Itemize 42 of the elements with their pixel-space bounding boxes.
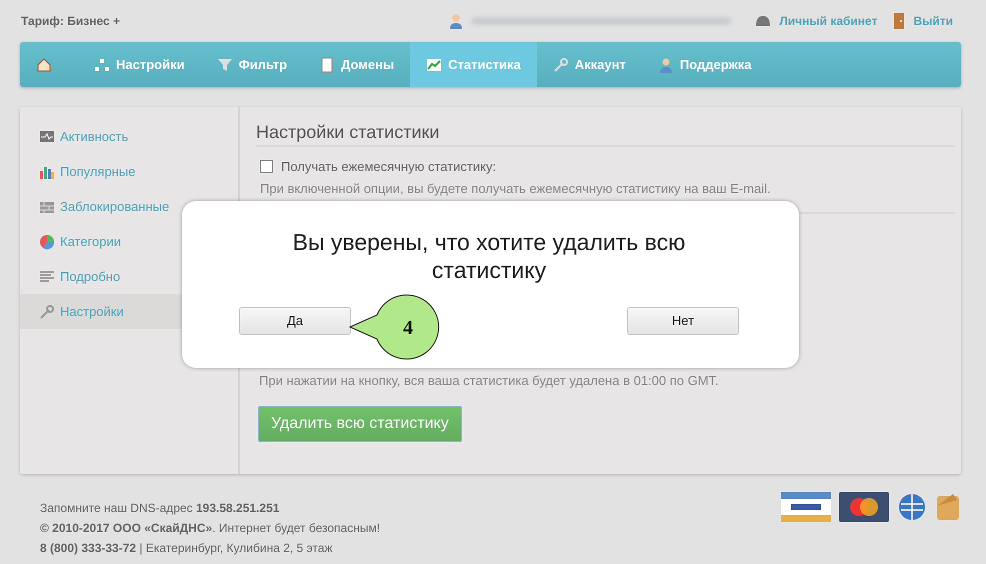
- no-button[interactable]: Нет: [627, 307, 739, 336]
- sidebar-item[interactable]: Подробно: [20, 259, 238, 294]
- house-icon: [36, 56, 52, 72]
- account-link[interactable]: Личный кабинет: [779, 12, 878, 30]
- wrench-icon: [552, 56, 569, 72]
- checkbox[interactable]: [260, 160, 273, 174]
- yes-button[interactable]: Да: [239, 307, 351, 336]
- funnel-icon: [216, 56, 233, 72]
- logout-link[interactable]: Выйти: [913, 12, 953, 30]
- user-icon: [449, 13, 464, 29]
- option-description: При включенной опции, вы будете получать ежемесячную статистику на ваш E-mail.: [260, 180, 771, 196]
- dialog-message: Вы уверены, что хотите удалить всю статистику: [292, 229, 686, 284]
- nav-tab[interactable]: Настройки: [78, 42, 201, 87]
- sidebar-item[interactable]: Популярные: [20, 154, 238, 189]
- wrench-icon: [39, 304, 55, 320]
- door-icon: [893, 13, 906, 29]
- person-icon: [658, 56, 674, 72]
- nodes-icon: [94, 56, 110, 72]
- delete-all-button[interactable]: Удалить всю статистику: [258, 406, 462, 442]
- wallet-icon: [935, 492, 961, 522]
- globe-icon: [897, 492, 927, 522]
- footer-text: Запомните наш DNS-адрес 193.58.251.251: [40, 500, 280, 517]
- text-lines-icon: [39, 268, 55, 284]
- section-title: Настройки статистики: [256, 121, 955, 147]
- helmet-icon: [755, 15, 772, 27]
- visa-card-icon: [781, 492, 831, 522]
- nav-tab[interactable]: Поддержка: [642, 42, 768, 87]
- footer-text: 8 (800) 333-33-72 | Екатеринбург, Кулибина 2, 5 этаж: [40, 540, 334, 557]
- nav-tab[interactable]: Аккаунт: [536, 42, 642, 87]
- nav-tab[interactable]: Статистика: [410, 42, 537, 87]
- option-label: Получать ежемесячную статистику:: [281, 158, 496, 176]
- mastercard-icon: [839, 492, 889, 522]
- plan-label: Тариф: Бизнес +: [21, 13, 120, 30]
- delete-note: При нажатии на кнопку, вся ваша статистика будет удалена в 01:00 по GMT.: [259, 372, 720, 390]
- pie-chart-icon: [39, 234, 55, 250]
- monitor-icon: [39, 128, 55, 144]
- nav-tab[interactable]: Домены: [303, 42, 410, 87]
- line-chart-icon: [426, 56, 442, 72]
- document-icon: [319, 56, 336, 72]
- nav-tab[interactable]: Фильтр: [200, 42, 304, 87]
- footer-text: © 2010-2017 ООО «СкайДНС». Интернет будет безопасным!: [40, 520, 380, 537]
- sidebar-item[interactable]: Активность: [20, 119, 238, 154]
